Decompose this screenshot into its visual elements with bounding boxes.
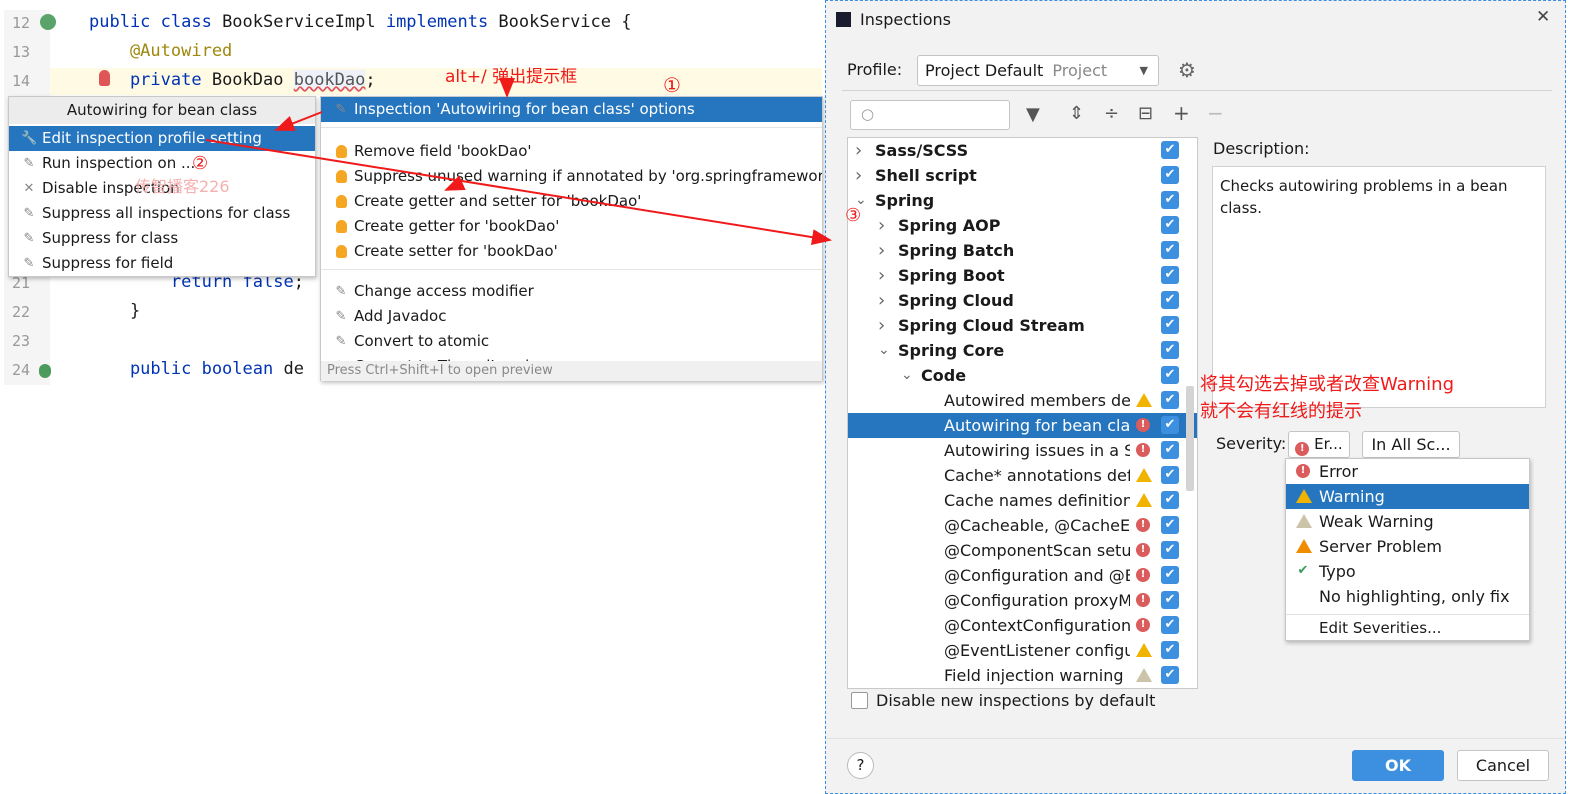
arrow-to-dialog — [205, 139, 832, 246]
annotation-arrows — [205, 78, 832, 246]
arrow-to-edit — [274, 111, 323, 131]
arrow-small — [444, 175, 466, 191]
